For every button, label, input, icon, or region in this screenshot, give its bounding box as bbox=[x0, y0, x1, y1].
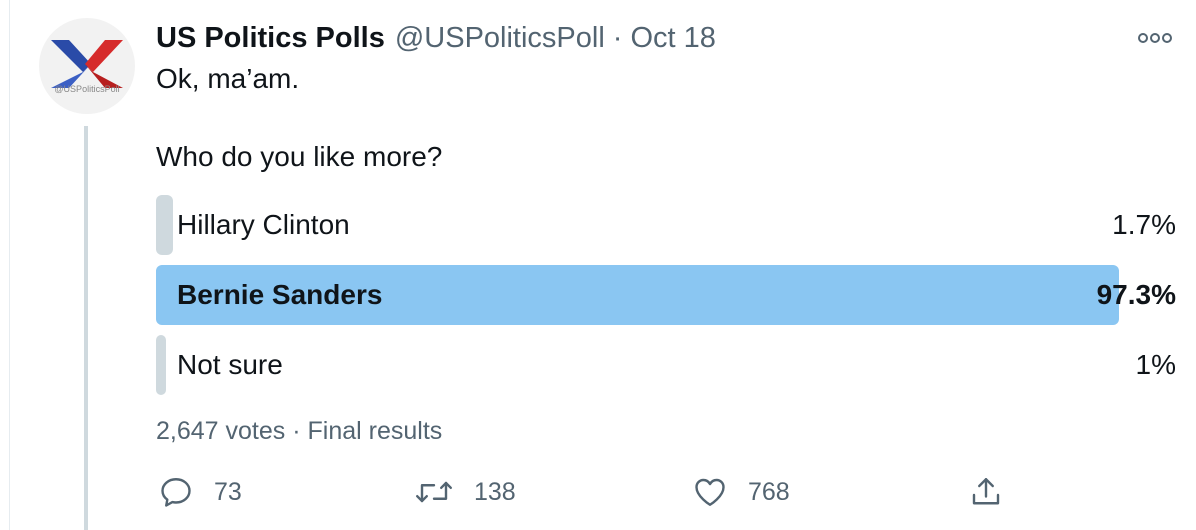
tweet-date[interactable]: Oct 18 bbox=[630, 22, 715, 55]
poll-option-label: Hillary Clinton bbox=[177, 209, 350, 240]
like-count: 768 bbox=[748, 477, 790, 506]
tweet-header: US Politics Polls @USPoliticsPoll · Oct … bbox=[156, 18, 716, 58]
tweet-text-line-1: Ok, ma’am. bbox=[156, 63, 300, 94]
vote-count: 2,647 votes bbox=[156, 417, 286, 445]
retweet-button[interactable]: 138 bbox=[414, 472, 516, 512]
display-name[interactable]: US Politics Polls bbox=[156, 22, 385, 55]
poll-option-hillary-clinton: Hillary Clinton 1.7% bbox=[156, 195, 1176, 255]
logo-x-icon bbox=[51, 40, 123, 88]
tweet-text-line-2: Who do you like more? bbox=[156, 141, 443, 172]
poll-bar bbox=[156, 195, 173, 255]
share-icon bbox=[972, 478, 1000, 505]
retweet-icon bbox=[416, 481, 452, 503]
thread-line bbox=[84, 126, 88, 530]
poll-option-percent: 1% bbox=[1135, 349, 1176, 380]
heart-icon bbox=[695, 478, 725, 506]
handle[interactable]: @USPoliticsPoll bbox=[395, 22, 605, 55]
avatar-handle-text: @USPoliticsPoll bbox=[54, 84, 120, 94]
header-separator: · bbox=[612, 21, 623, 54]
share-button[interactable] bbox=[968, 472, 1004, 512]
more-button[interactable] bbox=[1135, 26, 1175, 50]
poll-option-bernie-sanders: Bernie Sanders 97.3% bbox=[156, 265, 1176, 325]
poll-option-percent: 1.7% bbox=[1112, 209, 1176, 240]
reply-button[interactable]: 73 bbox=[158, 472, 242, 512]
meta-separator: · bbox=[292, 417, 301, 445]
poll-option-percent: 97.3% bbox=[1096, 279, 1176, 310]
reply-count: 73 bbox=[214, 477, 242, 506]
retweet-count: 138 bbox=[474, 477, 516, 506]
poll-option-not-sure: Not sure 1% bbox=[156, 335, 1176, 395]
poll-option-label: Bernie Sanders bbox=[177, 279, 383, 310]
reply-icon bbox=[161, 478, 191, 507]
poll-bar bbox=[156, 335, 166, 395]
avatar[interactable]: @USPoliticsPoll bbox=[39, 18, 135, 114]
poll-status: Final results bbox=[307, 417, 443, 445]
like-button[interactable]: 768 bbox=[692, 472, 790, 512]
poll-meta: 2,647 votes · Final results bbox=[156, 417, 442, 446]
timeline-border bbox=[9, 0, 10, 530]
more-icon bbox=[1138, 33, 1172, 43]
poll-option-label: Not sure bbox=[177, 349, 283, 380]
